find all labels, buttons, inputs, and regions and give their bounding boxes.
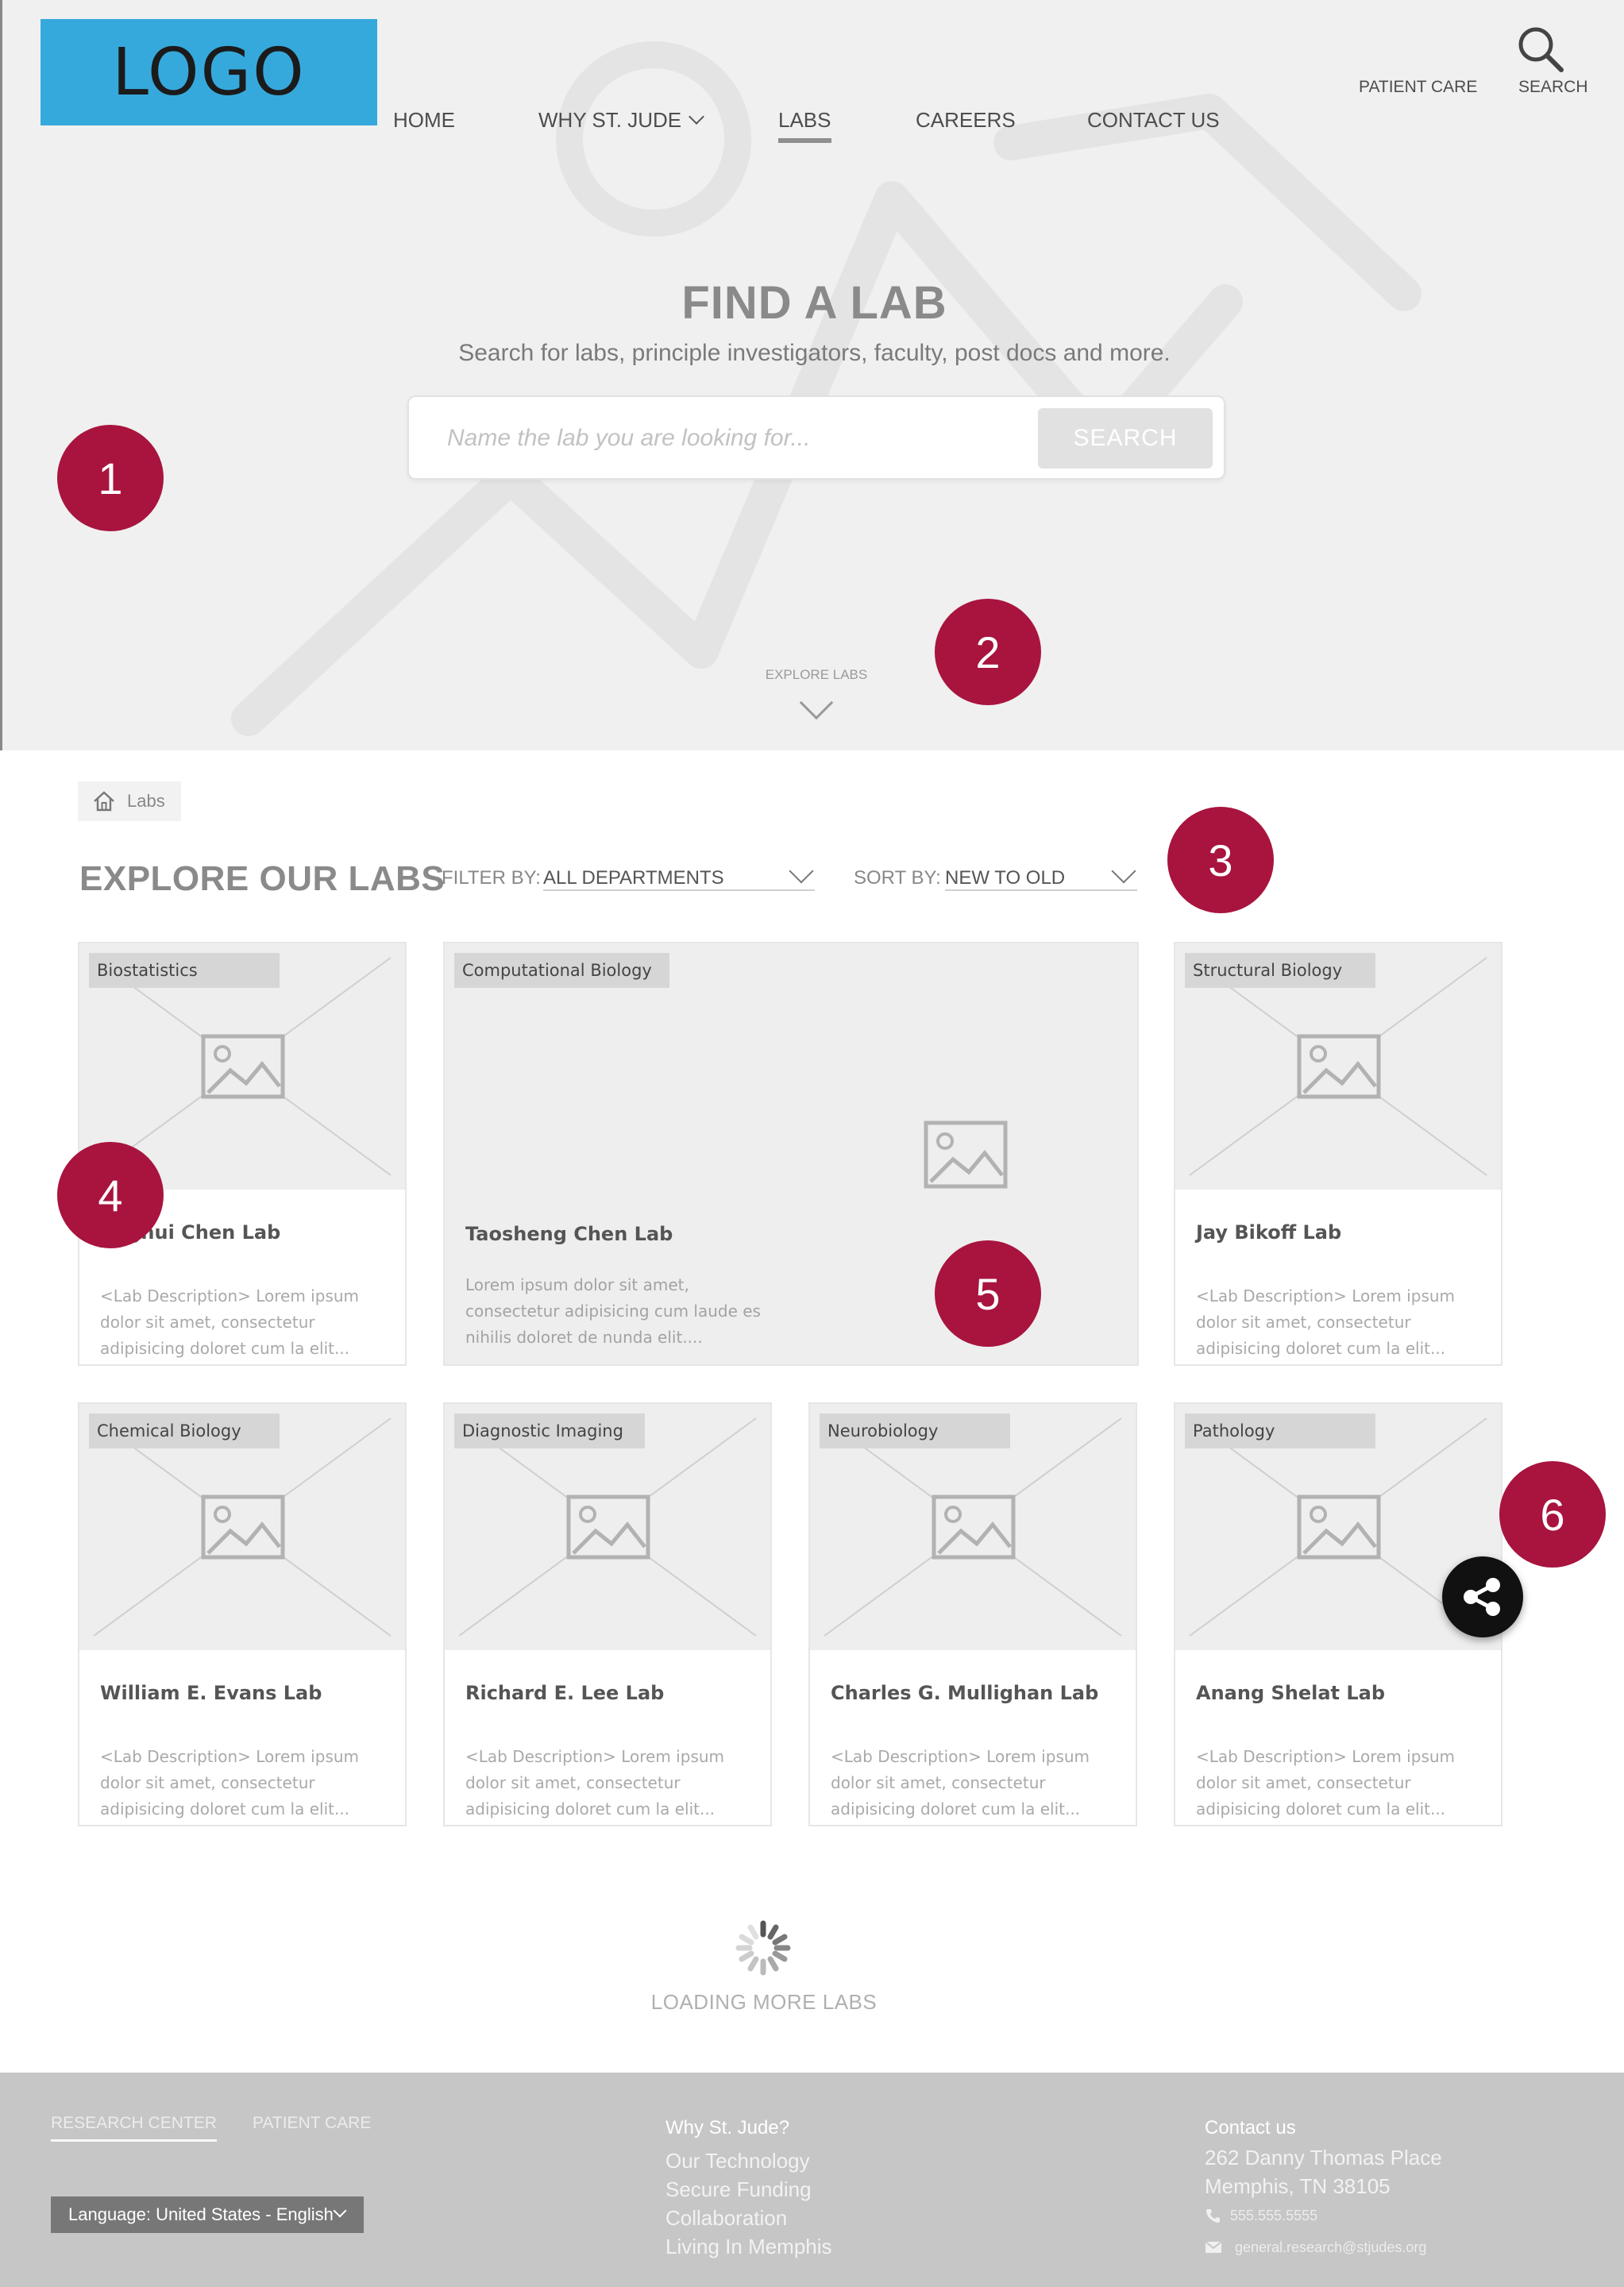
category-tag: Computational Biology bbox=[454, 953, 669, 988]
language-select[interactable]: Language: United States - English bbox=[51, 2196, 364, 2233]
email-icon bbox=[1205, 2241, 1222, 2253]
lab-description: <Lab Description> Lorem ipsum dolor sit … bbox=[1196, 1286, 1456, 1358]
chevron-down-icon bbox=[333, 2204, 347, 2218]
annotation-badge-4: 4 bbox=[57, 1142, 164, 1248]
footer-tab-patient-care[interactable]: PATIENT CARE bbox=[253, 2114, 371, 2133]
annotation-badge-5: 5 bbox=[935, 1240, 1041, 1347]
department-filter-select[interactable]: ALL DEPARTMENTS bbox=[543, 858, 815, 891]
footer-link-technology[interactable]: Our Technology bbox=[665, 2149, 810, 2173]
phone-icon bbox=[1206, 2209, 1220, 2223]
lab-description: Lorem ipsum dolor sit amet, consectetur … bbox=[465, 1275, 761, 1347]
category-tag: Neurobiology bbox=[820, 1413, 1010, 1448]
lab-title: Charles G. Mullighan Lab bbox=[831, 1682, 1099, 1704]
chevron-down-icon bbox=[1111, 858, 1136, 884]
lab-description: <Lab Description> Lorem ipsum dolor sit … bbox=[465, 1747, 725, 1818]
footer-phone[interactable]: 555.555.5555 bbox=[1230, 2208, 1317, 2224]
share-icon bbox=[1464, 1578, 1500, 1616]
annotation-badge-2: 2 bbox=[935, 599, 1041, 705]
sort-label: SORT BY: bbox=[854, 867, 941, 889]
search-button[interactable]: SEARCH bbox=[1038, 408, 1213, 469]
hero-section: LOGO HOME WHY ST. JUDE LABS CAREERS CONT… bbox=[0, 0, 1624, 750]
footer-link-collaboration[interactable]: Collaboration bbox=[665, 2206, 787, 2231]
annotation-badge-6: 6 bbox=[1499, 1461, 1606, 1568]
lab-card[interactable]: Chemical Biology William E. Evans Lab <L… bbox=[78, 1402, 407, 1826]
footer-contact-heading: Contact us bbox=[1205, 2117, 1296, 2139]
annotation-badge-3: 3 bbox=[1167, 807, 1274, 913]
category-tag: Biostatistics bbox=[89, 953, 280, 988]
lab-description: <Lab Description> Lorem ipsum dolor sit … bbox=[100, 1286, 360, 1358]
patient-care-link[interactable]: PATIENT CARE bbox=[1359, 78, 1477, 97]
breadcrumb[interactable]: Labs bbox=[78, 781, 181, 821]
category-tag: Diagnostic Imaging bbox=[454, 1413, 645, 1448]
hero-title: FIND A LAB bbox=[681, 277, 947, 329]
chevron-down-icon bbox=[789, 858, 814, 884]
lab-title: William E. Evans Lab bbox=[100, 1682, 322, 1704]
nav-why-st-jude[interactable]: WHY ST. JUDE bbox=[538, 108, 705, 133]
lab-title: Anang Shelat Lab bbox=[1196, 1682, 1386, 1704]
lab-description: <Lab Description> Lorem ipsum dolor sit … bbox=[1196, 1747, 1456, 1818]
home-icon bbox=[94, 791, 114, 812]
site-logo[interactable]: LOGO bbox=[41, 19, 377, 125]
nav-labs[interactable]: LABS bbox=[778, 108, 831, 143]
search-link[interactable]: SEARCH bbox=[1518, 78, 1588, 97]
lab-card[interactable]: Structural Biology Jay Bikoff Lab <Lab D… bbox=[1174, 942, 1502, 1366]
nav-careers[interactable]: CAREERS bbox=[916, 108, 1016, 133]
footer-email[interactable]: general.research@stjudes.org bbox=[1235, 2239, 1426, 2256]
footer-address-line2: Memphis, TN 38105 bbox=[1205, 2174, 1391, 2198]
explore-labs-link[interactable]: EXPLORE LABS bbox=[749, 667, 884, 683]
filter-label: FILTER BY: bbox=[442, 867, 541, 889]
share-button[interactable] bbox=[1442, 1556, 1523, 1637]
sort-order-select[interactable]: NEW TO OLD bbox=[945, 858, 1137, 891]
spinner-icon bbox=[735, 1920, 791, 1976]
nav-contact-us[interactable]: CONTACT US bbox=[1087, 108, 1220, 133]
lab-card[interactable]: Neurobiology Charles G. Mullighan Lab <L… bbox=[808, 1402, 1137, 1826]
lab-title: Jay Bikoff Lab bbox=[1196, 1221, 1342, 1244]
loading-more-label: LOADING MORE LABS bbox=[650, 1990, 878, 2014]
footer-link-funding[interactable]: Secure Funding bbox=[665, 2177, 812, 2202]
lab-description: <Lab Description> Lorem ipsum dolor sit … bbox=[831, 1747, 1090, 1818]
nav-why-st-jude-label: WHY ST. JUDE bbox=[538, 108, 682, 132]
filter-value: ALL DEPARTMENTS bbox=[543, 867, 724, 889]
category-tag: Structural Biology bbox=[1185, 953, 1375, 988]
lab-title: Richard E. Lee Lab bbox=[465, 1682, 665, 1704]
lab-search-box: SEARCH bbox=[407, 395, 1225, 480]
lab-title: Taosheng Chen Lab bbox=[465, 1223, 673, 1245]
lab-description: <Lab Description> Lorem ipsum dolor sit … bbox=[100, 1747, 360, 1818]
footer-address-line1: 262 Danny Thomas Place bbox=[1205, 2146, 1442, 2169]
category-tag: Pathology bbox=[1185, 1413, 1375, 1448]
chevron-down-icon bbox=[689, 109, 705, 125]
sort-value: NEW TO OLD bbox=[945, 867, 1066, 889]
category-tag: Chemical Biology bbox=[89, 1413, 280, 1448]
footer-why-heading: Why St. Jude? bbox=[665, 2117, 790, 2139]
footer-tab-research-center[interactable]: RESEARCH CENTER bbox=[51, 2114, 217, 2142]
section-title: EXPLORE OUR LABS bbox=[79, 859, 446, 898]
lab-card[interactable]: Diagnostic Imaging Richard E. Lee Lab <L… bbox=[443, 1402, 772, 1826]
hero-subtitle: Search for labs, principle investigators… bbox=[458, 340, 1171, 366]
lab-search-input[interactable] bbox=[447, 421, 1003, 456]
search-icon[interactable] bbox=[1515, 24, 1566, 75]
breadcrumb-label: Labs bbox=[127, 791, 165, 811]
nav-home[interactable]: HOME bbox=[393, 108, 455, 133]
annotation-badge-1: 1 bbox=[57, 425, 164, 531]
language-value: Language: United States - English bbox=[68, 2204, 334, 2224]
footer-link-memphis[interactable]: Living In Memphis bbox=[665, 2235, 832, 2259]
